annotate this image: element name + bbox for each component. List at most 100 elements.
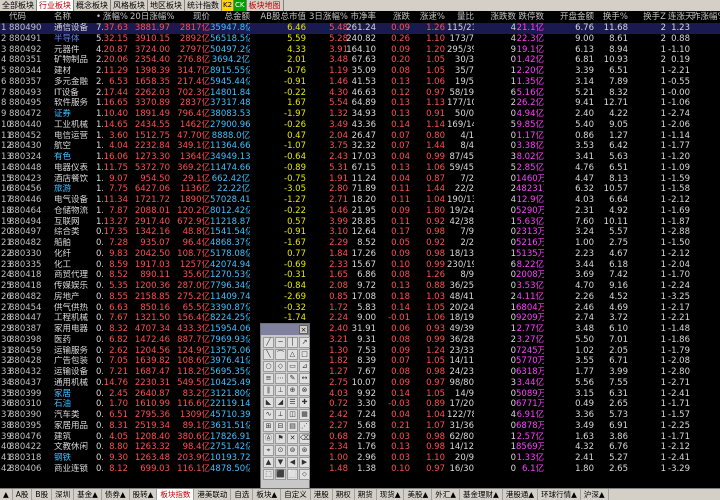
close-icon[interactable]: × [299, 325, 308, 334]
drawing-tool-icon[interactable]: ⚑ [275, 433, 286, 444]
market-tab-0[interactable]: ▲ [0, 489, 13, 500]
tab-5[interactable]: 统计指数 [185, 0, 222, 11]
drawing-tool-icon[interactable]: ↗ [299, 337, 310, 348]
market-tab-18[interactable]: 基金理财▲ [460, 489, 503, 500]
col-header-12[interactable]: 量比 [447, 11, 474, 23]
col-header-11[interactable]: 涨速% [413, 11, 445, 23]
market-tab-17[interactable]: 外汇▲ [432, 489, 461, 500]
market-tab-6[interactable]: 股转▲ [130, 489, 158, 500]
table-row[interactable]: 34880437通用机械0.4514.762230.31549.5亿10425.… [0, 378, 720, 389]
market-tab-21[interactable]: 沪深▲ [581, 489, 609, 500]
table-row[interactable]: 10880440工业机械1.8114.652434.551462亿27900.9… [0, 120, 720, 131]
table-row[interactable]: 20880497综合类0.9517.351342.1648.8亿1541.54亿… [0, 227, 720, 238]
market-tab-2[interactable]: B股 [32, 489, 53, 500]
tab-8[interactable]: 板块地图 [247, 0, 284, 11]
market-tab-19[interactable]: 港股通▲ [503, 489, 539, 500]
tab-0[interactable]: 全部板块 [0, 0, 37, 11]
tab-3[interactable]: 风格板块 [111, 0, 148, 11]
col-header-7[interactable]: AB股总市值 [252, 11, 306, 23]
table-row[interactable]: 13880324有色1.3616.061273.301364亿34949.13亿… [0, 152, 720, 163]
market-tab-15[interactable]: 现货▲ [377, 489, 405, 500]
market-tab-16[interactable]: 美股▲ [404, 489, 433, 500]
market-tab-3[interactable]: 深圳 [52, 489, 75, 500]
market-tab-1[interactable]: A股 [13, 489, 33, 500]
col-header-10[interactable]: 涨跌 [378, 11, 410, 23]
drawing-tool-icon[interactable]: ⊥ [275, 385, 286, 396]
table-row[interactable]: 25880418传媒娱乐0.765.351200.36287.0亿7796.34… [0, 281, 720, 292]
drawing-tool-icon[interactable]: ⊚ [287, 445, 298, 456]
drawing-tool-icon[interactable]: ▦ [299, 409, 310, 420]
market-tab-14[interactable]: 期货 [355, 489, 377, 500]
drawing-toolbox[interactable]: × ╱ ─ │ ↗ ╲ ⌒ △ □ ○ ◇ ▭ ⊿ ≡ ⋯ ✎ ↔ ∥ ⊥ ⊕ ⊗ ◣ ◢ ☰ ✚ ∿ ⟂ ◫ ▦ ⊞ ⊟ ▤ ⋰ Ⓐ ⚑ ✕ ⌫ ⌖ ⊙… [260, 323, 310, 489]
col-header-6[interactable]: 总金额 [210, 11, 250, 23]
tab-7[interactable]: CK [234, 0, 247, 11]
market-tab-10[interactable]: 板块▲ [253, 489, 282, 500]
table-row[interactable]: 24880418商贸代理0.788.52890.1135.6亿1270.53亿-… [0, 270, 720, 281]
market-tab-11[interactable]: 自定义 [281, 489, 311, 500]
col-header-13[interactable]: 涨跌数 [476, 11, 516, 23]
drawing-tool-icon[interactable]: ⋰ [299, 421, 310, 432]
col-header-17[interactable]: 换手Z [630, 11, 666, 23]
drawing-tool-icon[interactable]: ◫ [287, 409, 298, 420]
table-row[interactable]: 37880390汽车类0.266.512795.361309亿45710.39亿… [0, 410, 720, 421]
market-tab-12[interactable]: 港股 [311, 489, 333, 500]
table-row[interactable]: 32880428广告包装0.517.051639.82108.6亿3976.41… [0, 356, 720, 367]
table-row[interactable]: 21880482船舶0.927.28935.0796.4亿4868.37亿-1.… [0, 238, 720, 249]
drawing-tool-icon[interactable]: ⬚ [263, 469, 274, 480]
tab-2[interactable]: 概念板块 [74, 0, 111, 11]
drawing-tool-icon[interactable]: ☰ [287, 397, 298, 408]
drawing-tool-icon[interactable]: ⬛ [275, 469, 286, 480]
market-tab-20[interactable]: 环球行情▲ [538, 489, 581, 500]
drawing-tool-icon[interactable]: ⋯ [275, 373, 286, 384]
table-row[interactable]: 9880472证券1.8810.401891.49796.4亿38083.53亿… [0, 109, 720, 120]
drawing-tool-icon[interactable]: ✚ [299, 397, 310, 408]
drawing-tool-icon[interactable]: ⊞ [263, 421, 274, 432]
table-row[interactable]: 15880423酒店餐饮1.199.07954.5029.1亿662.42亿-0… [0, 174, 720, 185]
table-row[interactable]: 26880482房地产0.758.552158.85275.2亿11409.74… [0, 292, 720, 303]
table-row[interactable]: 40880422文教休闲0.148.801263.3298.4亿2751.42亿… [0, 442, 720, 453]
drawing-tool-icon[interactable]: ✕ [287, 433, 298, 444]
drawing-tool-icon[interactable]: ⌖ [263, 445, 274, 456]
table-row[interactable]: 7880493IT设备2.2017.442262.03702.3亿14801.8… [0, 88, 720, 99]
market-tab-9[interactable]: 自选 [231, 489, 254, 500]
drawing-tool-icon[interactable]: ▲ [263, 457, 274, 468]
table-row[interactable]: 4880351矿物制品2.9620.062354.40276.8亿3694.2亿… [0, 55, 720, 66]
toolbox-titlebar[interactable]: × [261, 324, 309, 335]
drawing-tool-icon[interactable]: △ [287, 349, 298, 360]
table-row[interactable]: 31880459运输服务0.632.621204.56124.9亿13575.0… [0, 346, 720, 357]
col-header-5[interactable]: 现价 [172, 11, 210, 23]
drawing-tool-icon[interactable]: ⊿ [299, 361, 310, 372]
table-row[interactable]: 2880491半导体5.5632.153910.152892亿56518.5亿5… [0, 34, 720, 45]
drawing-tool-icon[interactable]: ◢ [275, 397, 286, 408]
drawing-tool-icon[interactable]: ⊟ [275, 421, 286, 432]
drawing-tool-icon[interactable]: ╲ [263, 349, 274, 360]
drawing-tool-icon[interactable]: ▼ [275, 457, 286, 468]
col-header-18[interactable]: 连涨天 [668, 11, 694, 23]
table-row[interactable]: 35880399家居0.382.452640.8783.2亿3121.80亿-2… [0, 389, 720, 400]
drawing-tool-icon[interactable]: │ [287, 337, 298, 348]
drawing-tool-icon[interactable]: ╱ [263, 337, 274, 348]
drawing-tool-icon[interactable]: ◀ [287, 457, 298, 468]
table-row[interactable]: 1880490通信设备7.2237.633881.972817亿35947.8亿… [0, 23, 720, 34]
drawing-tool-icon[interactable]: ▶ [299, 457, 310, 468]
table-row[interactable]: 41880318钢铁0.099.301263.48203.9亿10193.72亿… [0, 453, 720, 464]
col-header-14[interactable]: 跌停数 [516, 11, 544, 23]
table-row[interactable]: 3880492元器件4.6020.873724.002797亿50497.2亿4… [0, 45, 720, 56]
table-row[interactable]: 17880446电气设备1.0711.341721.721890亿57028.4… [0, 195, 720, 206]
drawing-tool-icon[interactable]: ⌒ [275, 349, 286, 360]
table-row[interactable]: 19880494互联网1.0013.272917.40672.9亿11218.8… [0, 217, 720, 228]
table-row[interactable]: 27880454供气供热0.736.63850.1665.5亿3390.87亿-… [0, 303, 720, 314]
table-row[interactable]: 36880310石油0.281.701610.99116.6亿22119.14亿… [0, 399, 720, 410]
col-header-8[interactable]: 3日涨幅% [306, 11, 348, 23]
table-row[interactable]: 42880406商业连锁0.088.12699.03116.1亿4878.50亿… [0, 464, 720, 475]
market-tab-13[interactable]: 期权 [333, 489, 355, 500]
drawing-tool-icon[interactable]: ✎ [287, 373, 298, 384]
table-row[interactable]: 39880476建筑0.204.051208.40380.6亿17826.91亿… [0, 432, 720, 443]
drawing-tool-icon[interactable]: ↔ [299, 373, 310, 384]
table-row[interactable]: 30880398医药0.646.821472.46887.7亿7969.93亿-… [0, 335, 720, 346]
table-row[interactable]: 29880387家用电器0.688.324707.34433.3亿15954.0… [0, 324, 720, 335]
tab-6[interactable]: K2 [222, 0, 235, 11]
col-header-9[interactable]: 市净率 [344, 11, 376, 23]
drawing-tool-icon[interactable]: ⌫ [299, 433, 310, 444]
drawing-tool-icon[interactable]: ⊙ [275, 445, 286, 456]
